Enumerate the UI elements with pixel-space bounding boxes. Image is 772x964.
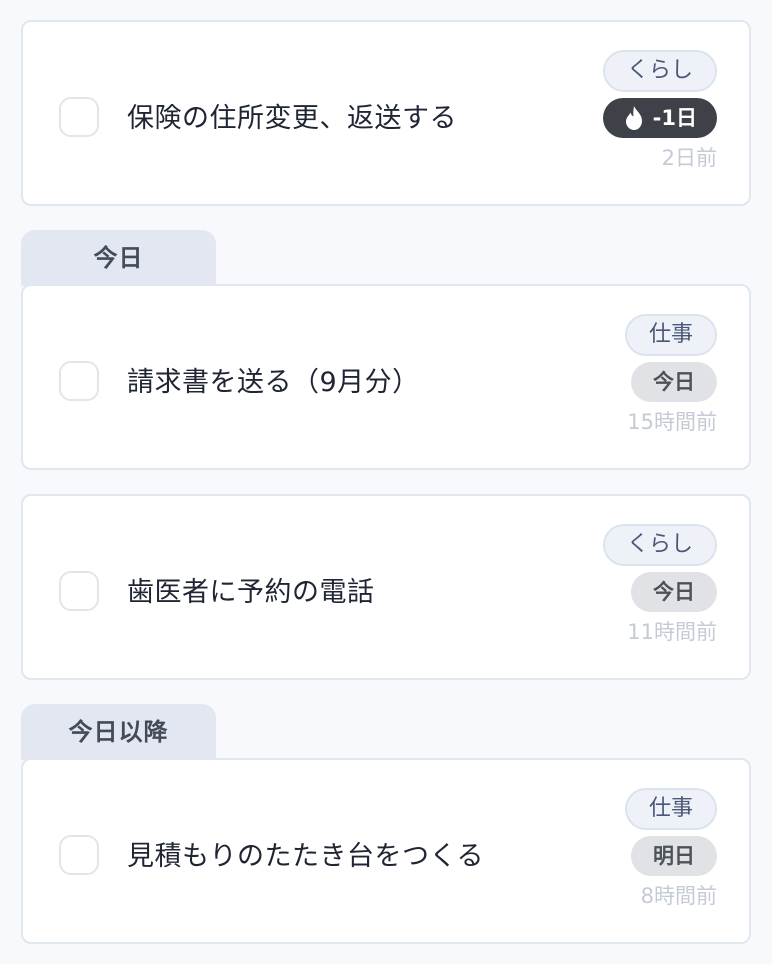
- task-title: 請求書を送る（9月分）: [127, 367, 420, 398]
- flame-icon: [625, 106, 642, 130]
- category-badge[interactable]: くらし: [602, 50, 717, 92]
- due-label: -1日: [652, 106, 697, 130]
- task-checkbox[interactable]: [59, 835, 99, 875]
- created-time: 2日前: [661, 146, 717, 170]
- due-badge: 今日: [631, 572, 717, 612]
- task-meta: 仕事 今日 15時間前: [624, 314, 717, 436]
- due-badge: 今日: [631, 362, 717, 402]
- task-meta: くらし 今日 11時間前: [602, 524, 717, 646]
- task-checkbox[interactable]: [59, 97, 99, 137]
- task-title: 歯医者に予約の電話: [127, 577, 375, 608]
- category-badge[interactable]: くらし: [602, 524, 717, 566]
- created-time: 11時間前: [627, 620, 717, 644]
- task-title: 保険の住所変更、返送する: [127, 103, 457, 134]
- category-badge[interactable]: 仕事: [624, 788, 717, 830]
- due-badge: 明日: [631, 836, 717, 876]
- category-badge[interactable]: 仕事: [624, 314, 717, 356]
- task-title: 見積もりのたたき台をつくる: [127, 841, 484, 872]
- due-badge-overdue: -1日: [602, 98, 717, 138]
- task-meta: くらし -1日 2日前: [602, 50, 717, 172]
- created-time: 15時間前: [627, 410, 717, 434]
- section-header-upcoming: 今日以降: [21, 704, 216, 760]
- task-card[interactable]: 請求書を送る（9月分） 仕事 今日 15時間前: [21, 284, 751, 470]
- created-time: 8時間前: [640, 884, 717, 908]
- task-card[interactable]: 見積もりのたたき台をつくる 仕事 明日 8時間前: [21, 758, 751, 944]
- task-checkbox[interactable]: [59, 571, 99, 611]
- section-header-today: 今日: [21, 230, 216, 286]
- task-card[interactable]: 歯医者に予約の電話 くらし 今日 11時間前: [21, 494, 751, 680]
- task-checkbox[interactable]: [59, 361, 99, 401]
- task-card[interactable]: 保険の住所変更、返送する くらし -1日 2日前: [21, 20, 751, 206]
- task-meta: 仕事 明日 8時間前: [624, 788, 717, 910]
